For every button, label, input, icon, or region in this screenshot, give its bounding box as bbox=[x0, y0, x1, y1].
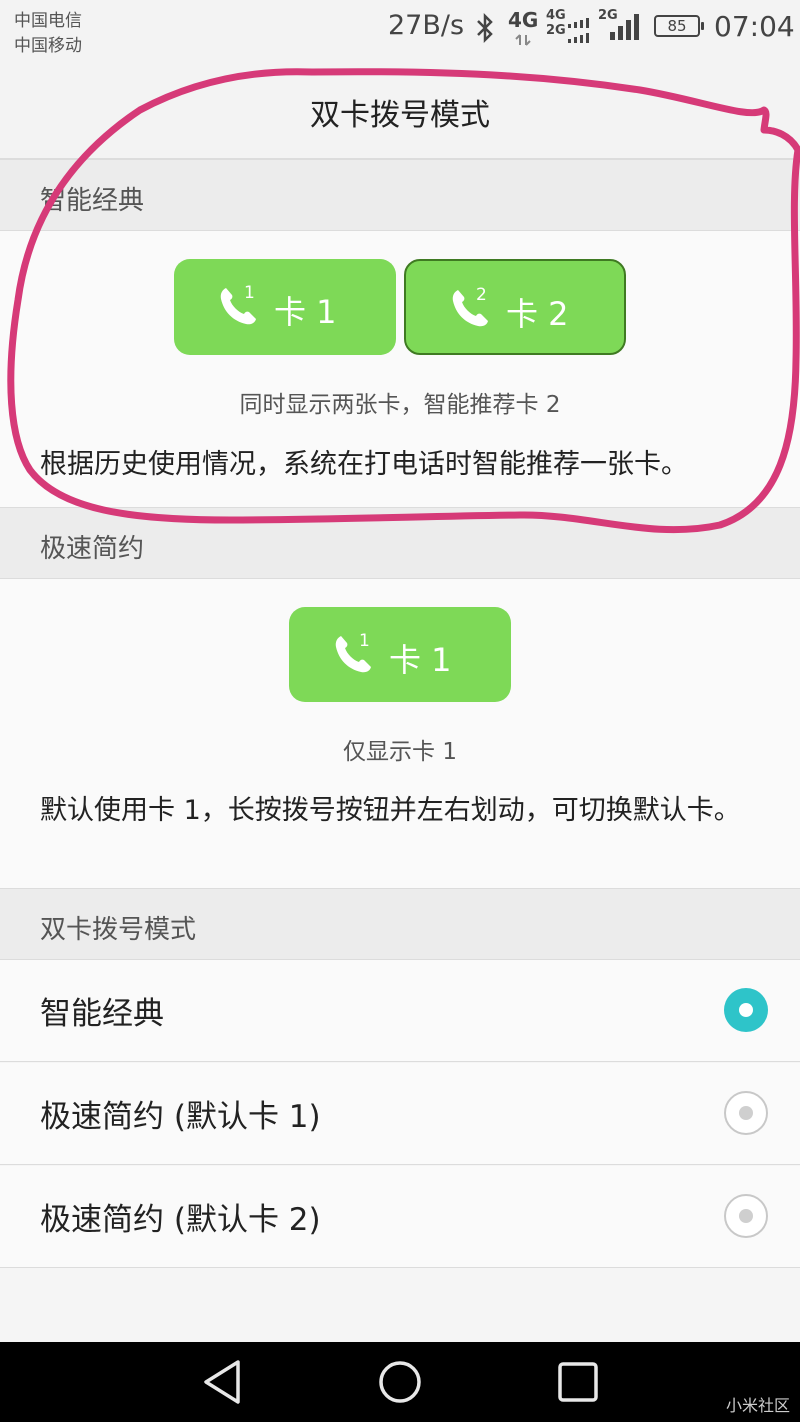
option-fast-simple-sim2[interactable]: 极速简约 (默认卡 2) bbox=[0, 1166, 800, 1268]
network-2g-small-label: 2G bbox=[546, 23, 566, 38]
section-heading-fast-simple: 极速简约 bbox=[40, 534, 145, 564]
smart-classic-description: 根据历史使用情况，系统在打电话时智能推荐一张卡。 bbox=[40, 449, 688, 480]
default-sim1-call-button[interactable]: 1 卡 1 bbox=[289, 607, 511, 702]
sim-number-sup: 2 bbox=[476, 285, 487, 305]
status-clock: 07:04 bbox=[714, 10, 795, 43]
network-4g-label: 4G bbox=[508, 8, 539, 32]
recents-icon[interactable] bbox=[556, 1360, 600, 1404]
sim1-label: 卡 1 bbox=[389, 641, 452, 679]
bluetooth-icon bbox=[477, 12, 493, 44]
option-label: 极速简约 (默认卡 1) bbox=[40, 1099, 321, 1135]
sim-number-sup: 1 bbox=[244, 283, 255, 303]
section-heading-mode-list: 双卡拨号模式 bbox=[40, 915, 197, 945]
smart-classic-hint: 同时显示两张卡，智能推荐卡 2 bbox=[239, 392, 561, 418]
radio-unselected-icon[interactable] bbox=[724, 1091, 768, 1135]
signal-2g-icon: 2G bbox=[598, 8, 639, 40]
carrier-2-label: 中国移动 bbox=[14, 36, 82, 56]
back-icon[interactable] bbox=[200, 1358, 246, 1406]
signal-4g-icon: 4G bbox=[508, 8, 538, 51]
option-label: 极速简约 (默认卡 2) bbox=[40, 1202, 321, 1238]
fast-simple-description: 默认使用卡 1，长按拨号按钮并左右划动，可切换默认卡。 bbox=[40, 795, 741, 826]
option-fast-simple-sim1[interactable]: 极速简约 (默认卡 1) bbox=[0, 1063, 800, 1165]
sim1-call-button[interactable]: 1 卡 1 bbox=[174, 259, 396, 355]
section-heading-smart-classic: 智能经典 bbox=[40, 186, 145, 216]
radio-unselected-icon[interactable] bbox=[724, 1194, 768, 1238]
network-4g-small-label: 4G bbox=[546, 8, 566, 23]
option-label: 智能经典 bbox=[40, 996, 164, 1032]
option-smart-classic[interactable]: 智能经典 bbox=[0, 960, 800, 1062]
page-title: 双卡拨号模式 bbox=[310, 98, 490, 133]
home-icon[interactable] bbox=[376, 1358, 424, 1406]
sim2-label: 卡 2 bbox=[506, 295, 569, 333]
network-speed: 27B/s bbox=[388, 10, 465, 41]
carrier-1-label: 中国电信 bbox=[14, 11, 82, 31]
battery-icon: 85 bbox=[654, 15, 704, 37]
sim-number-sup: 1 bbox=[359, 631, 370, 651]
sim2-call-button[interactable]: 2 卡 2 bbox=[404, 259, 626, 355]
fast-simple-hint: 仅显示卡 1 bbox=[343, 739, 457, 765]
radio-selected-icon[interactable] bbox=[724, 988, 768, 1032]
sim1-label: 卡 1 bbox=[274, 293, 337, 331]
watermark: 小米社区 bbox=[726, 1396, 791, 1415]
dual-signal-icon: 4G 2G bbox=[546, 8, 589, 43]
